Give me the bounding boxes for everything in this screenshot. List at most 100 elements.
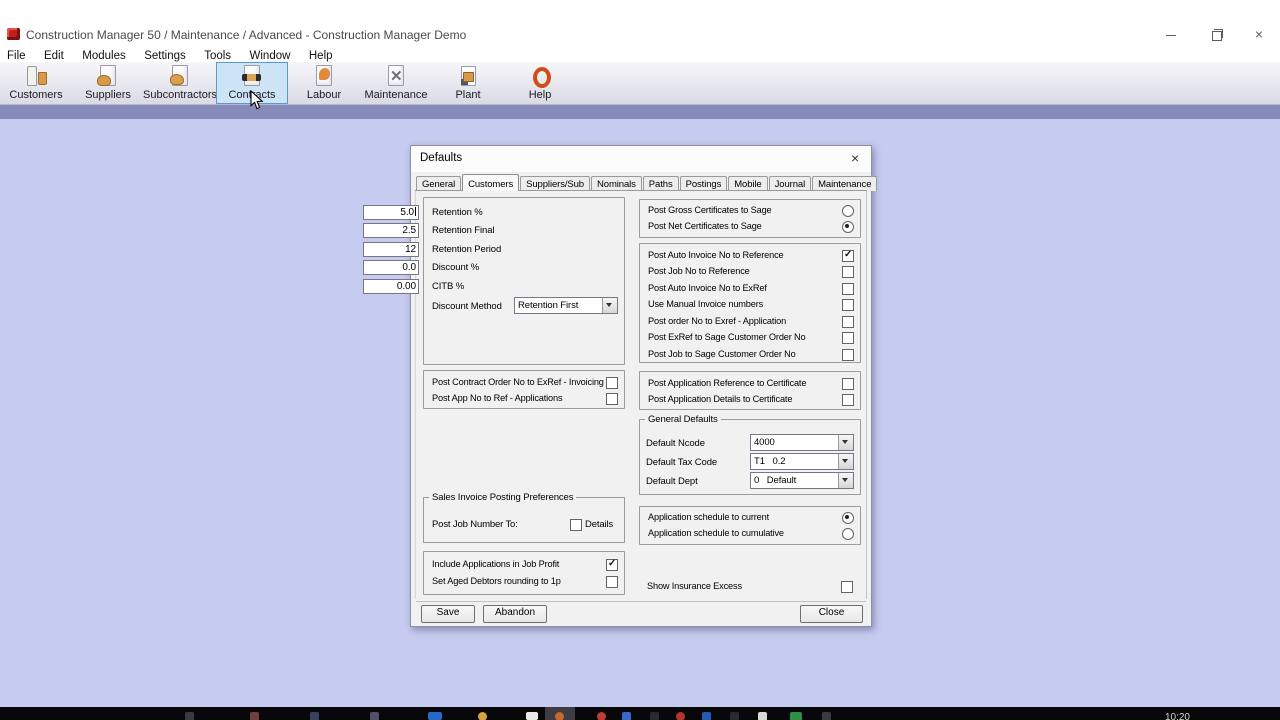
close-button[interactable]: × — [1252, 27, 1266, 41]
taskbar-app-icon[interactable] — [822, 712, 831, 720]
default-tax-code-select[interactable]: T1 0.2 — [750, 453, 854, 470]
taskbar-app-icon[interactable] — [526, 712, 538, 720]
toolbar-label: Maintenance — [364, 89, 428, 101]
taskbar-app-icon[interactable] — [702, 712, 711, 720]
window-title: Construction Manager 50 / Maintenance / … — [26, 28, 467, 42]
tab-postings[interactable]: Postings — [679, 176, 728, 191]
minimize-button[interactable] — [1164, 27, 1178, 41]
invoicing-options-group: Post Contract Order No to ExRef - Invoic… — [423, 370, 625, 409]
checkbox-post-exref-to-sage-order[interactable] — [842, 332, 854, 344]
mouse-cursor — [250, 90, 264, 110]
checkbox-use-manual-invoice-numbers[interactable] — [842, 299, 854, 311]
post-auto-invoice-ref-label: Post Auto Invoice No to Reference — [648, 250, 784, 260]
tab-customers[interactable]: Customers — [462, 174, 520, 191]
checkbox-show-insurance-excess[interactable] — [841, 581, 853, 593]
checkbox-post-app-no-to-ref[interactable] — [606, 393, 618, 405]
app-icon — [7, 28, 20, 40]
option-row: Post Contract Order No to ExRef - Invoic… — [424, 376, 624, 390]
tab-paths[interactable]: Paths — [642, 176, 679, 191]
taskbar-app-icon[interactable] — [250, 712, 259, 720]
chevron-down-icon[interactable] — [838, 454, 853, 469]
dialog-close-button[interactable]: × — [848, 150, 862, 166]
toolbar-labour[interactable]: Labour — [288, 62, 360, 104]
select-value: Retention First — [518, 300, 579, 311]
aged-debtors-label: Set Aged Debtors rounding to 1p — [432, 576, 561, 586]
retention-percent-input[interactable]: 5.0 — [363, 205, 419, 220]
taskbar-app-icon[interactable] — [650, 712, 659, 720]
toolbar-customers[interactable]: Customers — [0, 62, 72, 104]
tab-nominals[interactable]: Nominals — [591, 176, 642, 191]
retention-period-input[interactable]: 12 — [363, 242, 419, 257]
tab-journal[interactable]: Journal — [768, 176, 812, 191]
checkbox-post-contract-order-no[interactable] — [606, 377, 618, 389]
citb-percent-input[interactable]: 0.00 — [363, 279, 419, 294]
default-dept-select[interactable]: 0 Default — [750, 472, 854, 489]
chevron-down-icon[interactable] — [838, 473, 853, 488]
taskbar-app-icon[interactable] — [597, 712, 606, 720]
tab-maintenance[interactable]: Maintenance — [812, 176, 878, 191]
post-gross-certificates-label: Post Gross Certificates to Sage — [648, 205, 772, 215]
toolbar-maintenance[interactable]: Maintenance — [360, 62, 432, 104]
taskbar-app-icon[interactable] — [676, 712, 685, 720]
toolbar-label: Labour — [306, 89, 342, 101]
abandon-button[interactable]: Abandon — [483, 605, 547, 623]
main-toolbar: Customers Suppliers Subcontractors Contr… — [0, 62, 1280, 105]
taskbar-app-icon[interactable] — [478, 712, 487, 720]
toolbar-plant[interactable]: Plant — [432, 62, 504, 104]
checkbox-details[interactable] — [570, 519, 582, 531]
retention-final-input[interactable]: 2.5 — [363, 223, 419, 238]
tab-mobile[interactable]: Mobile — [728, 176, 768, 191]
taskbar-app-icon[interactable] — [185, 712, 194, 720]
certificates-group: Post Gross Certificates to Sage Post Net… — [639, 199, 861, 238]
post-net-certificates-label: Post Net Certificates to Sage — [648, 221, 762, 231]
taskbar-app-icon[interactable] — [428, 712, 442, 720]
posting-options-group: Post Auto Invoice No to Reference Post J… — [639, 243, 861, 363]
header-strip — [0, 105, 1280, 119]
checkbox-post-job-to-sage-order[interactable] — [842, 349, 854, 361]
checkbox-post-application-details[interactable] — [842, 394, 854, 406]
discount-method-select[interactable]: Retention First — [514, 297, 618, 314]
toolbar-subcontractors[interactable]: Subcontractors — [143, 62, 217, 104]
option-row: Show Insurance Excess — [639, 580, 859, 594]
maximize-button[interactable] — [1210, 27, 1224, 41]
default-ncode-select[interactable]: 4000 — [750, 434, 854, 451]
tab-general[interactable]: General — [416, 176, 462, 191]
toolbar-help[interactable]: Help — [504, 62, 576, 104]
checkbox-post-order-no-to-exref[interactable] — [842, 316, 854, 328]
option-row: Application schedule to current — [640, 511, 860, 525]
chevron-down-icon[interactable] — [838, 435, 853, 450]
taskbar-app-icon[interactable] — [790, 712, 802, 720]
save-button[interactable]: Save — [421, 605, 475, 623]
radio-post-gross-certificates[interactable] — [842, 205, 854, 217]
taskbar-active-app[interactable] — [545, 707, 575, 720]
input-value: 2.5 — [402, 225, 416, 236]
close-dialog-button[interactable]: Close — [800, 605, 863, 623]
radio-schedule-to-current[interactable] — [842, 512, 854, 524]
checkbox-include-applications[interactable] — [606, 558, 618, 571]
toolbar-label: Suppliers — [85, 89, 131, 101]
discount-percent-input[interactable]: 0.0 — [363, 260, 419, 275]
checkbox-post-job-no-to-reference[interactable] — [842, 266, 854, 278]
checkbox-post-application-reference[interactable] — [842, 378, 854, 390]
option-row: Post Auto Invoice No to Reference — [640, 249, 860, 263]
taskbar-app-icon[interactable] — [622, 712, 631, 720]
taskbar-app-icon[interactable] — [758, 712, 767, 720]
chevron-down-icon[interactable] — [602, 298, 617, 313]
tab-suppliers-sub[interactable]: Suppliers/Sub — [520, 176, 590, 191]
taskbar-app-icon[interactable] — [310, 712, 319, 720]
retention-final-label: Retention Final — [432, 225, 495, 236]
option-row: Post Net Certificates to Sage — [640, 220, 860, 234]
checkbox-post-auto-invoice-to-exref[interactable] — [842, 283, 854, 295]
input-value: 5.0 — [400, 207, 414, 218]
toolbar-suppliers[interactable]: Suppliers — [72, 62, 144, 104]
taskbar-app-icon[interactable] — [730, 712, 739, 720]
radio-schedule-to-cumulative[interactable] — [842, 528, 854, 540]
taskbar-app-icon[interactable] — [370, 712, 379, 720]
option-row: Post App No to Ref - Applications — [424, 392, 624, 406]
checkbox-aged-debtors-rounding[interactable] — [606, 576, 618, 588]
radio-post-net-certificates[interactable] — [842, 221, 854, 233]
post-order-no-exref-label: Post order No to Exref - Application — [648, 316, 787, 326]
schedule-current-label: Application schedule to current — [648, 512, 769, 522]
retention-period-label: Retention Period — [432, 244, 502, 255]
checkbox-post-auto-invoice-to-reference[interactable] — [842, 249, 854, 262]
